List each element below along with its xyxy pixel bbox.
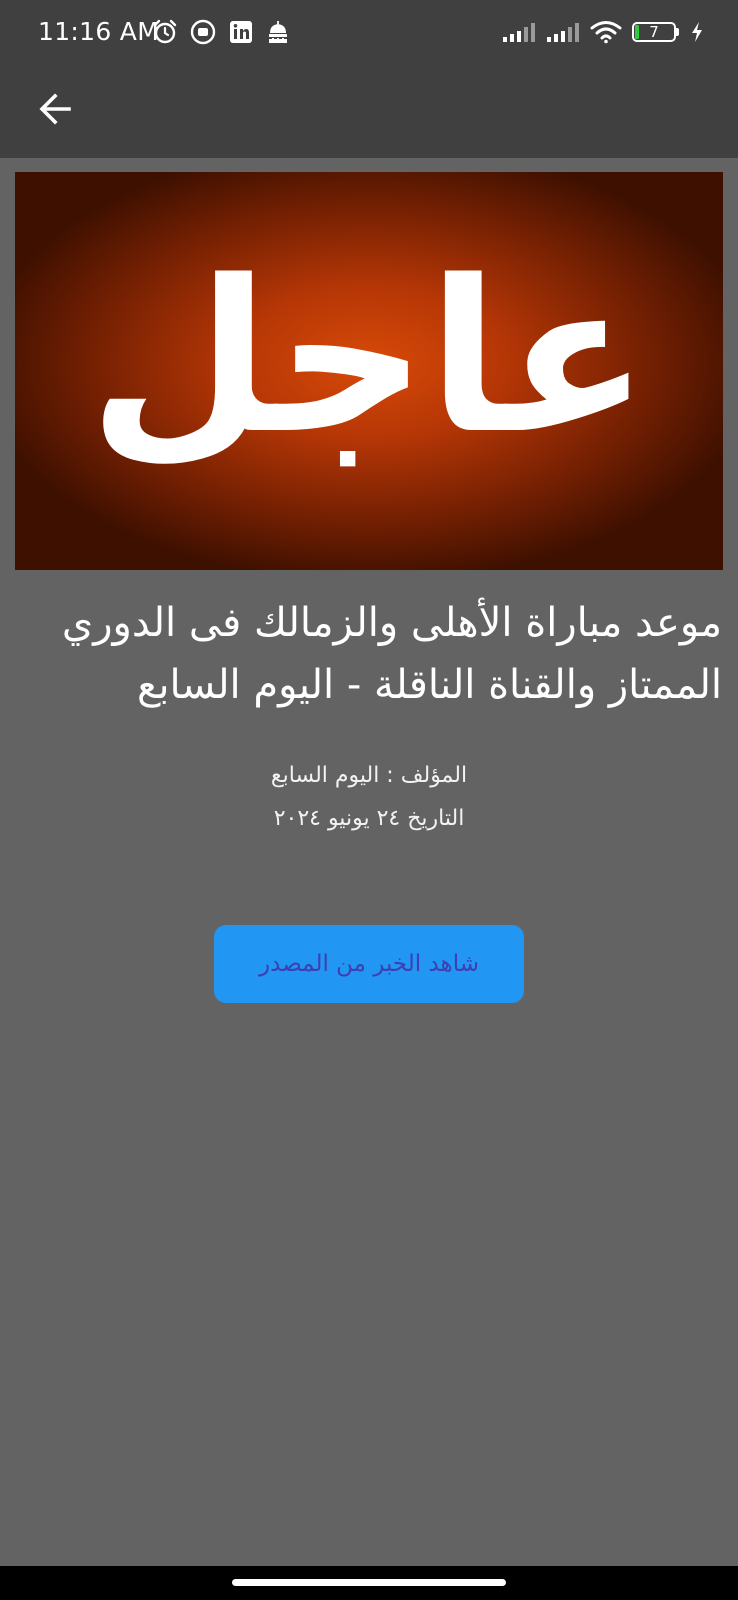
- battery-level: 7: [649, 23, 659, 41]
- article-meta: المؤلف : اليوم السابع التاريخ ٢٤ يونيو ٢…: [0, 754, 738, 840]
- status-icons-right: 7: [502, 20, 704, 44]
- notification-app-icon: [190, 19, 216, 45]
- back-button[interactable]: [30, 84, 80, 134]
- linkedin-icon: [230, 21, 252, 43]
- status-bar: 11:16 AM 7: [0, 0, 738, 66]
- status-icons-left: [152, 19, 290, 45]
- signal-icon: [547, 23, 579, 42]
- view-source-button[interactable]: شاهد الخبر من المصدر: [214, 925, 524, 1003]
- alarm-icon: [153, 19, 177, 44]
- charging-icon: [692, 22, 702, 42]
- headline-line-1: موعد مباراة الأهلى والزمالك فى الدوري: [61, 600, 722, 646]
- arrow-left-icon: [39, 93, 71, 125]
- wifi-icon: [590, 21, 622, 44]
- app-bar: [0, 66, 738, 158]
- article-author: المؤلف : اليوم السابع: [270, 763, 468, 788]
- breaking-news-banner: عاجل: [88, 235, 649, 480]
- signal-icon: [503, 23, 535, 42]
- navigation-bar: [0, 1566, 738, 1600]
- battery-icon: 7: [632, 21, 680, 43]
- headline-line-2: الممتاز والقناة الناقلة - اليوم السابع: [137, 662, 722, 708]
- status-time: 11:16 AM: [38, 17, 160, 46]
- article-image: عاجل: [15, 172, 723, 570]
- article-content: عاجل موعد مباراة الأهلى والزمالك فى الدو…: [0, 158, 738, 1566]
- article-headline: موعد مباراة الأهلى والزمالك فى الدوري ال…: [16, 592, 722, 716]
- mosque-icon: [269, 21, 287, 43]
- home-indicator[interactable]: [232, 1579, 506, 1586]
- banner-text: عاجل: [88, 235, 649, 480]
- article-date: التاريخ ٢٤ يونيو ٢٠٢٤: [273, 806, 465, 831]
